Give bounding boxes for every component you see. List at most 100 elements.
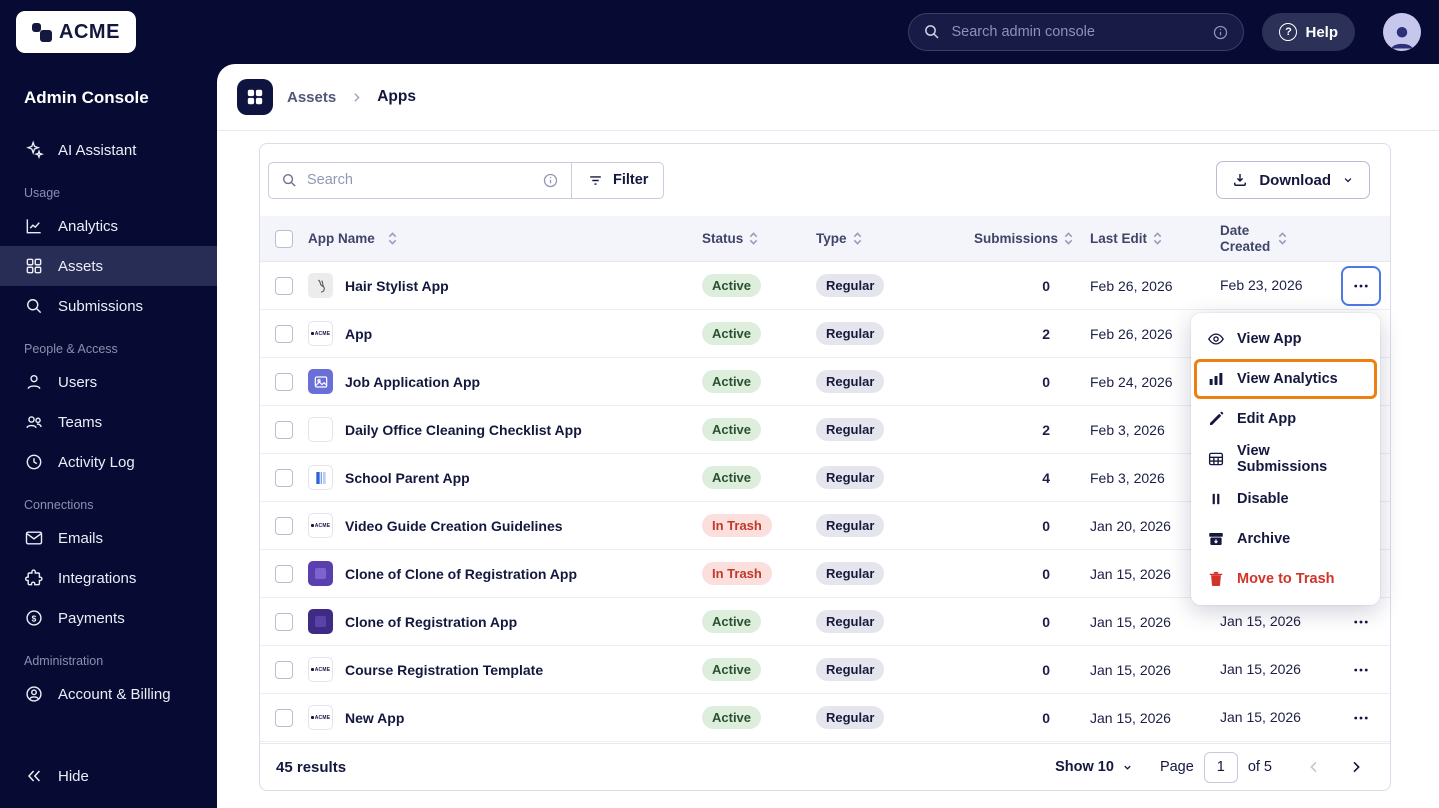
app-name-link[interactable]: New App [345, 710, 404, 726]
menu-item-disable[interactable]: Disable [1191, 479, 1380, 519]
info-icon[interactable] [1212, 24, 1229, 41]
next-page-button[interactable] [1346, 757, 1366, 777]
admin-search[interactable] [908, 13, 1245, 51]
sidebar-item-submissions[interactable]: Submissions [0, 286, 217, 326]
sort-icon[interactable] [1152, 232, 1163, 245]
row-actions-button[interactable] [1341, 602, 1381, 642]
topbar: ACME Help [0, 0, 1439, 64]
page-size-label: Show 10 [1055, 759, 1114, 775]
sidebar-item-activity-log[interactable]: Activity Log [0, 442, 217, 482]
menu-item-view-analytics[interactable]: View Analytics [1194, 359, 1377, 399]
filter-button[interactable]: Filter [572, 161, 665, 199]
app-name-link[interactable]: Hair Stylist App [345, 278, 449, 294]
row-checkbox[interactable] [275, 708, 293, 727]
page-size-select[interactable]: Show 10 [1055, 759, 1134, 775]
avatar[interactable] [1383, 13, 1421, 51]
row-checkbox[interactable] [275, 276, 293, 295]
sidebar-item-analytics[interactable]: Analytics [0, 206, 217, 246]
app-thumbnail [308, 369, 333, 394]
table-search[interactable] [268, 161, 572, 199]
sort-icon[interactable] [1063, 232, 1074, 245]
menu-item-label: View Submissions [1237, 443, 1328, 475]
help-button[interactable]: Help [1262, 13, 1355, 51]
sidebar-item-teams[interactable]: Teams [0, 402, 217, 442]
archive-icon [1209, 533, 1223, 545]
last-edit-date: Feb 26, 2026 [1090, 277, 1173, 294]
sidebar-item-label: Submissions [58, 297, 144, 315]
sidebar-item-users[interactable]: Users [0, 362, 217, 402]
type-badge: Regular [816, 466, 885, 489]
app-name-link[interactable]: Course Registration Template [345, 662, 543, 678]
sidebar-item-ai-assistant[interactable]: AI Assistant [0, 130, 217, 170]
users-icon [26, 416, 42, 429]
submissions-count: 0 [1042, 709, 1050, 726]
download-button[interactable]: Download [1216, 161, 1370, 199]
app-thumbnail [308, 273, 333, 298]
sidebar-item-emails[interactable]: Emails [0, 518, 217, 558]
chart-icon [26, 219, 41, 234]
row-checkbox[interactable] [275, 372, 293, 391]
menu-item-edit-app[interactable]: Edit App [1191, 399, 1380, 439]
sort-icon[interactable] [748, 232, 759, 245]
row-checkbox[interactable] [275, 660, 293, 679]
row-checkbox[interactable] [275, 564, 293, 583]
app-name-link[interactable]: Clone of Clone of Registration App [345, 566, 577, 582]
info-icon[interactable] [542, 172, 559, 189]
table-row: ACME New App Active Regular 0 Jan 15, 20… [260, 694, 1390, 742]
table-toolbar: Filter Download [260, 144, 1390, 216]
type-badge: Regular [816, 322, 885, 345]
sidebar-item-payments[interactable]: $ Payments [0, 598, 217, 638]
menu-item-move-to-trash[interactable]: Move to Trash [1191, 559, 1380, 599]
sort-icon[interactable] [1277, 232, 1288, 245]
status-badge: In Trash [702, 514, 772, 537]
breadcrumb-assets[interactable]: Assets [287, 89, 336, 106]
sidebar-item-account-billing[interactable]: Account & Billing [0, 674, 217, 714]
menu-item-label: View App [1237, 331, 1302, 347]
page-number-input[interactable] [1203, 751, 1238, 783]
menu-item-label: View Analytics [1237, 371, 1338, 387]
row-actions-button[interactable] [1341, 698, 1381, 738]
app-name-link[interactable]: Clone of Registration App [345, 614, 517, 630]
question-icon [1279, 23, 1298, 41]
app-name-link[interactable]: App [345, 326, 372, 342]
prev-page-button[interactable] [1304, 757, 1324, 777]
row-actions-button[interactable] [1341, 650, 1381, 690]
sidebar-item-assets[interactable]: Assets [0, 246, 217, 286]
table-row: Hair Stylist App Active Regular 0 Feb 26… [260, 262, 1390, 310]
table-search-input[interactable] [307, 172, 533, 188]
row-checkbox[interactable] [275, 420, 293, 439]
row-checkbox[interactable] [275, 324, 293, 343]
sparkles-icon [26, 140, 44, 160]
menu-item-view-submissions[interactable]: View Submissions [1191, 439, 1380, 479]
sort-icon[interactable] [387, 232, 398, 245]
app-name-link[interactable]: Job Application App [345, 374, 480, 390]
row-checkbox[interactable] [275, 516, 293, 535]
sidebar-item-label: Assets [58, 257, 104, 275]
app-name-link[interactable]: Video Guide Creation Guidelines [345, 518, 563, 534]
app-thumbnail: ACME [308, 657, 333, 682]
admin-search-input[interactable] [951, 24, 1203, 40]
row-actions-button[interactable] [1341, 265, 1381, 306]
status-badge: Active [702, 610, 762, 633]
status-badge: Active [702, 418, 762, 441]
last-edit-date: Jan 15, 2026 [1090, 709, 1171, 726]
chevron-down-icon [1124, 765, 1131, 770]
sidebar-hide-button[interactable]: Hide [0, 754, 217, 798]
app-name-link[interactable]: Daily Office Cleaning Checklist App [345, 422, 582, 438]
acme-logo[interactable]: ACME [16, 11, 136, 53]
sort-icon[interactable] [852, 232, 863, 245]
breadcrumb: Assets Apps [217, 64, 1439, 131]
row-checkbox[interactable] [275, 468, 293, 487]
select-all-checkbox[interactable] [275, 229, 293, 248]
sidebar-section-usage: Usage [24, 186, 61, 200]
sidebar-item-integrations[interactable]: Integrations [0, 558, 217, 598]
table-row: Clone of Registration App Active Regular… [260, 598, 1390, 646]
table-header-row: App Name Status Type Submissions Last Ed… [260, 216, 1390, 262]
header-submissions: Submissions [973, 231, 1058, 246]
menu-item-view-app[interactable]: View App [1191, 319, 1380, 359]
app-name-link[interactable]: School Parent App [345, 470, 470, 486]
row-checkbox[interactable] [275, 612, 293, 631]
last-edit-date: Jan 15, 2026 [1090, 613, 1171, 630]
menu-item-archive[interactable]: Archive [1191, 519, 1380, 559]
sidebar-item-label: Activity Log [58, 453, 135, 471]
